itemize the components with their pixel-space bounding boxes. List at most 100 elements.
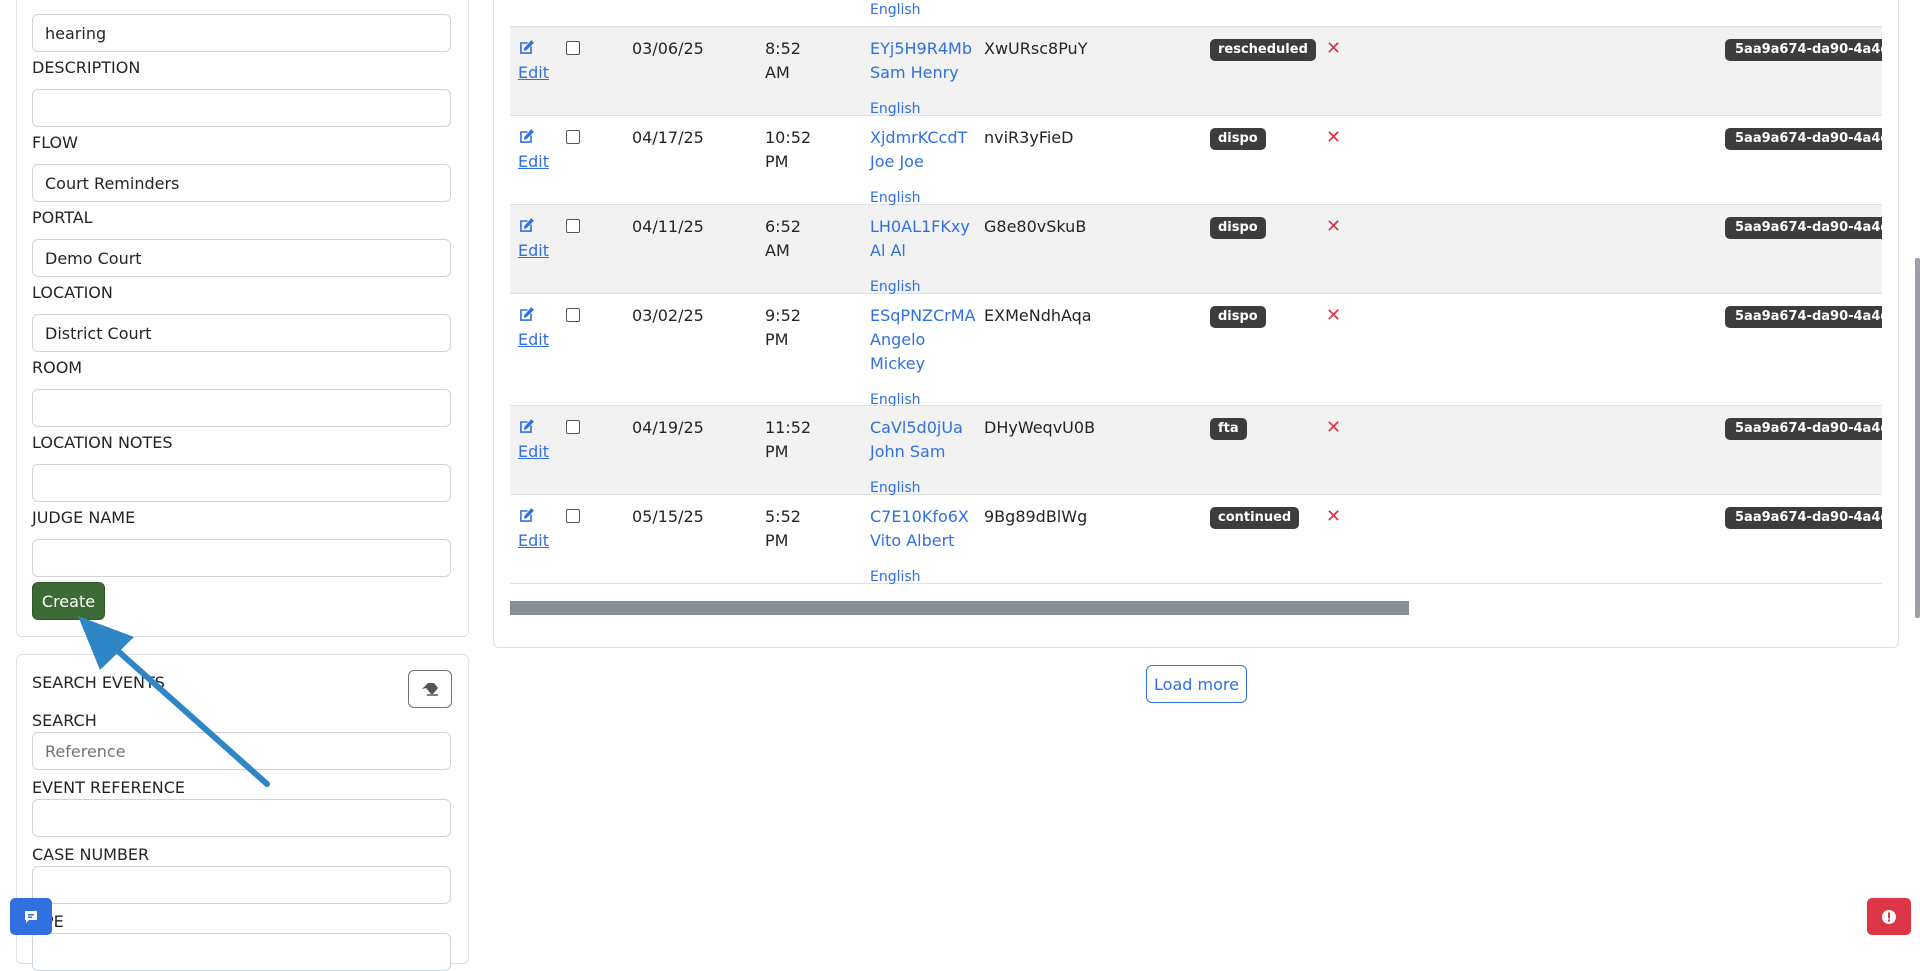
table-row: Edit 03/06/25 8:52 AM EYj5H9R4Mb Sam Hen… — [510, 27, 1882, 117]
table-row: Edit 04/11/25 6:52 AM LH0AL1FKxy Al Al E… — [510, 205, 1882, 295]
delete-x-icon[interactable]: ✕ — [1326, 126, 1341, 150]
event-time: 5:52 — [765, 507, 801, 526]
alert-button[interactable] — [1867, 898, 1911, 935]
contact-language: English — [870, 569, 921, 585]
row-checkbox[interactable] — [566, 509, 580, 523]
edit-link[interactable]: Edit — [518, 61, 549, 85]
clear-search-button[interactable] — [408, 670, 452, 708]
table-row: Edit 04/17/25 10:52 PM XjdmrKCcdT Joe Jo… — [510, 116, 1882, 206]
contact-name-link[interactable]: John Sam — [870, 440, 945, 464]
load-more-button[interactable]: Load more — [1146, 665, 1247, 703]
case-number-input[interactable] — [32, 866, 451, 904]
uuid-badge: 5aa9a674-da90-4a4d- — [1725, 507, 1882, 529]
location-label: LOCATION — [32, 283, 113, 302]
judge-name-input[interactable] — [32, 539, 451, 577]
edit-link[interactable]: Edit — [518, 328, 549, 352]
edit-link[interactable]: Edit — [518, 150, 549, 174]
event-reference-link[interactable]: EYj5H9R4Mb — [870, 37, 972, 61]
event-reference-link[interactable]: ESqPNZCrMA — [870, 304, 976, 328]
location-input[interactable] — [32, 314, 451, 352]
event-reference-link[interactable]: CaVl5d0jUa — [870, 416, 963, 440]
row-checkbox[interactable] — [566, 219, 580, 233]
events-table: English Edit 03/06/25 8:52 AM EYj5H9R4Mb… — [510, 0, 1882, 585]
contact-name-link[interactable]: Vito Albert — [870, 529, 954, 553]
row-checkbox[interactable] — [566, 41, 580, 55]
event-time-period: PM — [765, 442, 789, 461]
delete-x-icon[interactable]: ✕ — [1326, 215, 1341, 239]
search-input[interactable] — [32, 732, 451, 770]
edit-link[interactable]: Edit — [518, 239, 549, 263]
edit-icon[interactable] — [518, 39, 535, 56]
eraser-icon — [422, 683, 438, 696]
edit-link[interactable]: Edit — [518, 440, 549, 464]
uuid-badge: 5aa9a674-da90-4a4d- — [1725, 217, 1882, 239]
delete-x-icon[interactable]: ✕ — [1326, 304, 1341, 328]
contact-name-link[interactable]: Joe Joe — [870, 150, 924, 174]
event-type-input[interactable] — [32, 14, 451, 52]
event-time: 9:52 — [765, 306, 801, 325]
edit-icon[interactable] — [518, 128, 535, 145]
table-row: Edit 04/19/25 11:52 PM CaVl5d0jUa John S… — [510, 406, 1882, 496]
status-badge: dispo — [1210, 128, 1266, 150]
status-badge: fta — [1210, 418, 1247, 440]
exclamation-icon — [1882, 909, 1896, 924]
edit-icon[interactable] — [518, 306, 535, 323]
case-code: EXMeNdhAqa — [984, 306, 1092, 325]
search-events-title: SEARCH EVENTS — [32, 673, 165, 692]
event-date: 03/06/25 — [632, 39, 704, 58]
case-code: nviR3yFieD — [984, 128, 1074, 147]
event-reference-link[interactable]: LH0AL1FKxy — [870, 215, 970, 239]
contact-name-link[interactable]: Al Al — [870, 239, 906, 263]
row-checkbox[interactable] — [566, 420, 580, 434]
event-time-period: AM — [765, 241, 790, 260]
description-label: DESCRIPTION — [32, 58, 141, 77]
event-date: 04/17/25 — [632, 128, 704, 147]
delete-x-icon[interactable]: ✕ — [1326, 416, 1341, 440]
vertical-scrollbar[interactable] — [1915, 258, 1920, 618]
flow-input[interactable] — [32, 164, 451, 202]
type-input[interactable] — [32, 933, 451, 971]
contact-name-link[interactable]: Angelo — [870, 328, 925, 352]
edit-icon[interactable] — [518, 418, 535, 435]
partial-row-language: English — [870, 2, 921, 18]
uuid-badge: 5aa9a674-da90-4a4d- — [1725, 128, 1882, 150]
contact-name-link[interactable]: Sam Henry — [870, 61, 959, 85]
horizontal-scrollbar[interactable] — [510, 601, 1409, 615]
event-time-period: PM — [765, 531, 789, 550]
contact-name-link-line2[interactable]: Mickey — [870, 352, 925, 376]
portal-label: PORTAL — [32, 208, 93, 227]
event-time: 6:52 — [765, 217, 801, 236]
edit-icon[interactable] — [518, 507, 535, 524]
case-code: XwURsc8PuY — [984, 39, 1088, 58]
portal-input[interactable] — [32, 239, 451, 277]
case-code: 9Bg89dBlWg — [984, 507, 1088, 526]
location-notes-input[interactable] — [32, 464, 451, 502]
event-reference-input[interactable] — [32, 799, 451, 837]
table-row: Edit 05/15/25 5:52 PM C7E10Kfo6X Vito Al… — [510, 495, 1882, 585]
status-badge: rescheduled — [1210, 39, 1316, 61]
room-input[interactable] — [32, 389, 451, 427]
status-badge: dispo — [1210, 217, 1266, 239]
description-input[interactable] — [32, 89, 451, 127]
table-row: Edit 03/02/25 9:52 PM ESqPNZCrMA Angelo … — [510, 294, 1882, 408]
flow-label: FLOW — [32, 133, 78, 152]
event-reference-link[interactable]: XjdmrKCcdT — [870, 126, 967, 150]
delete-x-icon[interactable]: ✕ — [1326, 505, 1341, 529]
edit-icon[interactable] — [518, 217, 535, 234]
event-date: 05/15/25 — [632, 507, 704, 526]
delete-x-icon[interactable]: ✕ — [1326, 37, 1341, 61]
event-reference-label: EVENT REFERENCE — [32, 778, 186, 797]
location-notes-label: LOCATION NOTES — [32, 433, 173, 452]
case-number-label: CASE NUMBER — [32, 845, 150, 864]
event-time: 10:52 — [765, 128, 812, 147]
event-reference-link[interactable]: C7E10Kfo6X — [870, 505, 969, 529]
edit-link[interactable]: Edit — [518, 529, 549, 553]
row-checkbox[interactable] — [566, 130, 580, 144]
create-button[interactable]: Create — [32, 582, 105, 620]
event-time-period: PM — [765, 330, 789, 349]
status-badge: continued — [1210, 507, 1300, 529]
row-checkbox[interactable] — [566, 308, 580, 322]
chat-button[interactable] — [10, 898, 52, 935]
event-date: 04/11/25 — [632, 217, 704, 236]
event-date: 04/19/25 — [632, 418, 704, 437]
